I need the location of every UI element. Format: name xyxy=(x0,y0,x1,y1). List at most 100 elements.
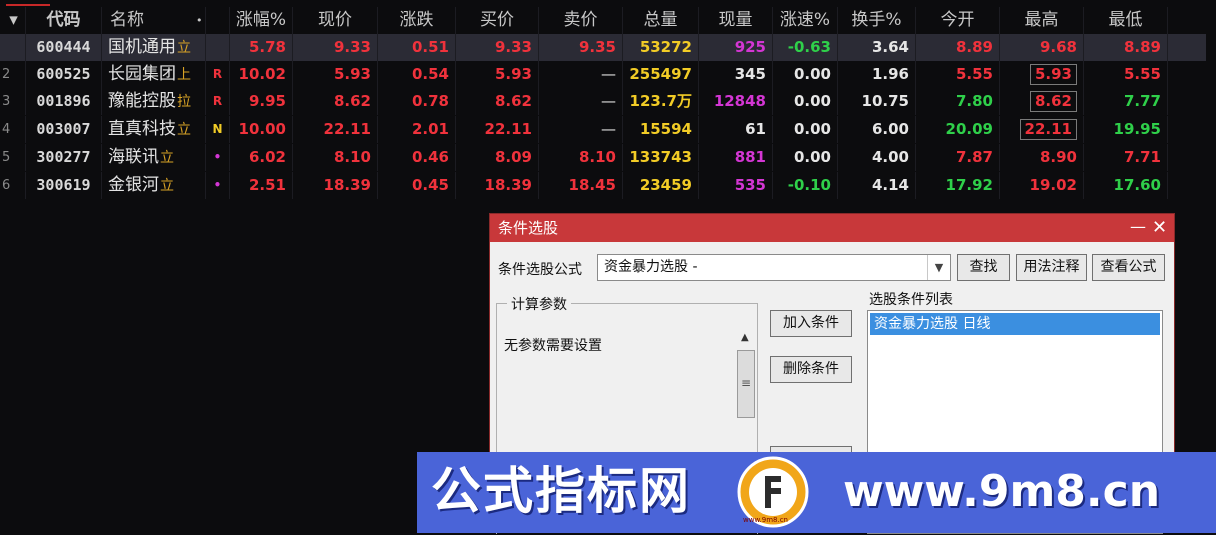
banner-title: 公式指标网 xyxy=(431,462,691,520)
stock-flag xyxy=(206,34,230,61)
add-condition-button[interactable]: 加入条件 xyxy=(770,310,852,337)
row-index xyxy=(0,34,26,61)
high: 8.90 xyxy=(1000,144,1084,171)
banner-url: www.9m8.cn xyxy=(843,466,1161,517)
row-index: 6 xyxy=(0,172,26,199)
stock-code: 003007 xyxy=(26,116,102,143)
chevron-down-icon[interactable]: ▼ xyxy=(927,255,950,280)
open: 5.55 xyxy=(916,61,1000,88)
open: 7.87 xyxy=(916,144,1000,171)
current-volume: 881 xyxy=(699,144,773,171)
params-message: 无参数需要设置 xyxy=(504,338,602,354)
minimize-icon[interactable]: — xyxy=(1130,214,1146,240)
stock-flag: N xyxy=(206,116,230,143)
change: 0.51 xyxy=(378,34,456,61)
scroll-thumb[interactable]: ≡ xyxy=(737,350,755,418)
header-name[interactable]: 名称 • xyxy=(102,7,206,34)
speed: -0.10 xyxy=(773,172,838,199)
formula-select[interactable]: 资金暴力选股 - ▼ xyxy=(597,254,951,281)
open: 17.92 xyxy=(916,172,1000,199)
stock-name: 国机通用立 xyxy=(102,34,206,61)
turnover: 6.00 xyxy=(838,116,916,143)
stock-code: 300619 xyxy=(26,172,102,199)
header-speed[interactable]: 涨速% xyxy=(773,7,838,34)
stock-name-text: 直真科技 xyxy=(108,119,176,139)
header-ask[interactable]: 卖价 xyxy=(539,7,623,34)
current-volume: 12848 xyxy=(699,88,773,115)
header-name-label: 名称 xyxy=(110,10,144,30)
table-row[interactable]: 600444 国机通用立 5.78 9.33 0.51 9.33 9.35 53… xyxy=(0,34,1206,61)
watermark-banner: 公式指标网 www.9m8.cn www.9m8.cn xyxy=(417,452,1216,533)
dialog-title: 条件选股 xyxy=(498,219,559,237)
change: 0.46 xyxy=(378,144,456,171)
stock-name-text: 长园集团 xyxy=(108,64,176,84)
header-bid[interactable]: 买价 xyxy=(456,7,539,34)
sort-toggle-icon[interactable]: ▾ xyxy=(0,7,26,34)
header-flag xyxy=(206,7,230,34)
stock-flag: R xyxy=(206,61,230,88)
header-low[interactable]: 最低 xyxy=(1084,7,1168,34)
speed: 0.00 xyxy=(773,88,838,115)
header-open[interactable]: 今开 xyxy=(916,7,1000,34)
table-row[interactable]: 5 300277 海联讯立 • 6.02 8.10 0.46 8.09 8.10… xyxy=(0,144,1206,171)
header-current-volume[interactable]: 现量 xyxy=(699,7,773,34)
find-button[interactable]: 查找 xyxy=(957,254,1010,281)
header-turnover[interactable]: 换手% xyxy=(838,7,916,34)
stock-name: 长园集团上 xyxy=(102,61,206,88)
usage-notes-button[interactable]: 用法注释 xyxy=(1016,254,1087,281)
low: 17.60 xyxy=(1084,172,1168,199)
stock-name-text: 国机通用 xyxy=(108,37,176,57)
table-header: ▾ 代码 名称 • 涨幅% 现价 涨跌 买价 卖价 总量 现量 涨速% 换手% 今… xyxy=(0,7,1206,34)
current-volume: 925 xyxy=(699,34,773,61)
bid: 22.11 xyxy=(456,116,539,143)
close-icon[interactable]: ✕ xyxy=(1152,214,1167,242)
table-row[interactable]: 4 003007 直真科技立 N 10.00 22.11 2.01 22.11 … xyxy=(0,116,1206,143)
header-volume[interactable]: 总量 xyxy=(623,7,699,34)
limit-up-box: 8.62 xyxy=(1029,91,1077,112)
header-price[interactable]: 现价 xyxy=(293,7,378,34)
stock-name-text: 豫能控股 xyxy=(108,91,176,111)
speed: 0.00 xyxy=(773,61,838,88)
delete-condition-button[interactable]: 删除条件 xyxy=(770,356,852,383)
open: 8.89 xyxy=(916,34,1000,61)
stock-code: 600444 xyxy=(26,34,102,61)
volume: 133743 xyxy=(623,144,699,171)
scroll-up-icon[interactable]: ▲ xyxy=(741,332,749,343)
stock-tag: 立 xyxy=(160,178,174,194)
change: 2.01 xyxy=(378,116,456,143)
change-pct: 5.78 xyxy=(230,34,293,61)
params-legend: 计算参数 xyxy=(507,294,571,314)
header-change-pct[interactable]: 涨幅% xyxy=(230,7,293,34)
dialog-titlebar[interactable]: 条件选股 — ✕ xyxy=(490,214,1174,242)
table-row[interactable]: 6 300619 金银河立 • 2.51 18.39 0.45 18.39 18… xyxy=(0,172,1206,199)
list-item[interactable]: 资金暴力选股 日线 xyxy=(870,313,1160,335)
stock-flag: R xyxy=(206,88,230,115)
view-formula-button[interactable]: 查看公式 xyxy=(1092,254,1165,281)
low: 8.89 xyxy=(1084,34,1168,61)
stock-tag: 立 xyxy=(160,150,174,166)
stock-tag: 立 xyxy=(177,122,191,138)
stock-code: 001896 xyxy=(26,88,102,115)
speed: 0.00 xyxy=(773,116,838,143)
limit-up-box: 5.93 xyxy=(1029,64,1077,85)
stock-name: 直真科技立 xyxy=(102,116,206,143)
high: 9.68 xyxy=(1000,34,1084,61)
low: 19.95 xyxy=(1084,116,1168,143)
ask: — xyxy=(539,116,623,143)
low: 7.77 xyxy=(1084,88,1168,115)
change-pct: 10.02 xyxy=(230,61,293,88)
change-pct: 10.00 xyxy=(230,116,293,143)
header-code[interactable]: 代码 xyxy=(26,7,102,34)
table-row[interactable]: 2 600525 长园集团上 R 10.02 5.93 0.54 5.93 — … xyxy=(0,61,1206,88)
header-high[interactable]: 最高 xyxy=(1000,7,1084,34)
speed: 0.00 xyxy=(773,144,838,171)
change-pct: 9.95 xyxy=(230,88,293,115)
stock-tag: 立 xyxy=(177,40,191,56)
stock-code: 300277 xyxy=(26,144,102,171)
table-row[interactable]: 3 001896 豫能控股拉 R 9.95 8.62 0.78 8.62 — 1… xyxy=(0,88,1206,115)
volume: 123.7万 xyxy=(623,88,699,115)
ask: 9.35 xyxy=(539,34,623,61)
header-change[interactable]: 涨跌 xyxy=(378,7,456,34)
row-index: 5 xyxy=(0,144,26,171)
stock-tag: 拉 xyxy=(177,94,191,110)
